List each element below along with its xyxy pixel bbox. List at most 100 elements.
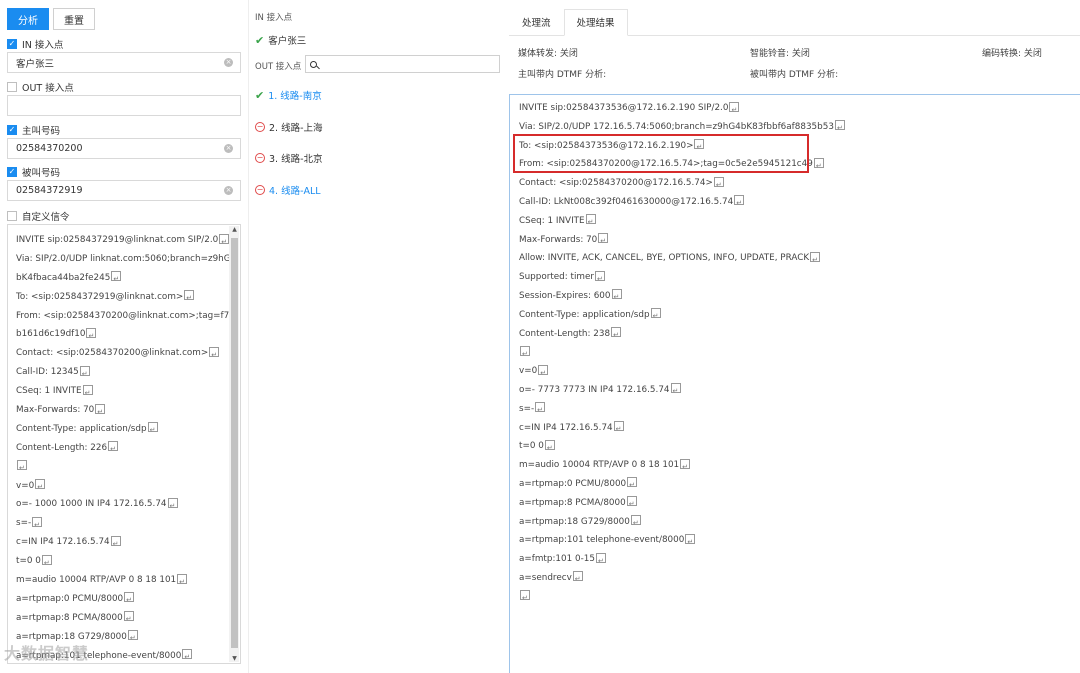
result-line-text: Allow: INVITE, ACK, CANCEL, BYE, OPTIONS… <box>519 253 810 264</box>
reset-button[interactable]: 重置 <box>53 8 95 30</box>
signaling-line-text: a=rtpmap:8 PCMA/8000 <box>16 612 123 623</box>
scroll-up-icon[interactable]: ▲ <box>231 226 238 233</box>
line-break-icon <box>82 384 93 403</box>
highlight-box <box>513 134 809 173</box>
minus-circle-icon: − <box>255 122 265 132</box>
callee-row[interactable]: ✓ 被叫号码 <box>7 165 60 179</box>
caller-field[interactable]: 02584370200 × <box>7 138 241 159</box>
signaling-line: m=audio 10004 RTP/AVP 0 8 18 101 <box>16 571 228 591</box>
minus-circle-icon: − <box>255 153 265 163</box>
result-line-text: a=rtpmap:8 PCMA/8000 <box>519 497 626 508</box>
result-line-text: a=sendrecv <box>519 572 572 583</box>
in-point-checkbox[interactable]: ✓ <box>7 39 17 49</box>
line-break-icon <box>167 497 178 516</box>
result-line: Supported: timer <box>519 268 845 288</box>
line-break-icon <box>613 420 624 439</box>
result-line: CSeq: 1 INVITE <box>519 212 845 232</box>
signaling-textarea[interactable]: INVITE sip:02584372919@linknat.com SIP/2… <box>7 224 241 664</box>
signaling-line: a=rtpmap:8 PCMA/8000 <box>16 609 228 629</box>
result-line-text: m=audio 10004 RTP/AVP 0 8 18 101 <box>519 460 680 471</box>
custom-signaling-row[interactable]: 自定义信令 <box>7 209 70 223</box>
route-label: 1. 线路-南京 <box>268 91 322 102</box>
callee-checkbox[interactable]: ✓ <box>7 167 17 177</box>
line-break-icon <box>572 570 583 589</box>
result-line-text: Max-Forwards: 70 <box>519 234 598 245</box>
result-line-text: Contact: <sip:02584370200@172.16.5.74> <box>519 178 713 189</box>
result-line-text: c=IN IP4 172.16.5.74 <box>519 422 613 433</box>
clear-icon[interactable]: × <box>224 186 233 195</box>
route-item[interactable]: ✔ 1. 线路-南京 <box>255 88 322 103</box>
in-item[interactable]: ✔ 客户张三 <box>255 33 306 48</box>
result-line-text: a=rtpmap:0 PCMU/8000 <box>519 478 627 489</box>
signaling-line: o=- 1000 1000 IN IP4 172.16.5.74 <box>16 495 228 516</box>
caller-checkbox[interactable]: ✓ <box>7 125 17 135</box>
result-line: o=- 7773 7773 IN IP4 172.16.5.74 <box>519 381 845 401</box>
result-line-text: a=rtpmap:18 G729/8000 <box>519 516 630 527</box>
caller-value: 02584370200 <box>16 143 83 154</box>
result-line-text: s=- <box>519 403 535 414</box>
line-break-icon <box>734 194 745 213</box>
signaling-line <box>16 458 228 478</box>
signaling-line: Content-Length: 226 <box>16 439 228 459</box>
line-break-icon <box>598 232 609 251</box>
signaling-line-text: Contact: <sip:02584370200@linknat.com> <box>16 348 209 359</box>
line-break-icon <box>79 365 90 384</box>
tab-process-result[interactable]: 处理结果 <box>563 9 628 36</box>
signaling-line: Contact: <sip:02584370200@linknat.com> <box>16 344 228 365</box>
result-line-text: Session-Expires: 600 <box>519 290 611 301</box>
signaling-line: Call-ID: 12345 <box>16 363 228 384</box>
out-point-checkbox[interactable] <box>7 82 17 92</box>
signaling-line-text: o=- 1000 1000 IN IP4 172.16.5.74 <box>16 499 167 510</box>
scrollbar[interactable]: ▲ ▼ <box>229 226 239 662</box>
result-line: a=rtpmap:101 telephone-event/8000 <box>519 531 845 552</box>
result-line-text: Content-Type: application/sdp <box>519 309 650 320</box>
line-break-icon <box>585 213 596 232</box>
line-break-icon <box>813 157 824 176</box>
callee-value: 02584372919 <box>16 185 83 196</box>
line-break-icon <box>177 573 188 591</box>
line-break-icon <box>147 421 158 440</box>
line-break-icon <box>544 439 555 458</box>
out-point-field[interactable] <box>7 95 241 116</box>
signaling-line-text: INVITE sip:02584372919@linknat.com SIP/2… <box>16 235 219 245</box>
result-line: Content-Type: application/sdp <box>519 306 845 326</box>
scroll-down-icon[interactable]: ▼ <box>231 655 238 662</box>
line-break-icon <box>127 629 138 648</box>
signaling-line-text: Call-ID: 12345 <box>16 367 79 378</box>
route-item[interactable]: −3. 线路-北京 <box>255 151 323 165</box>
result-line: s=- <box>519 400 845 420</box>
signaling-line: b161d6c19df10 <box>16 325 228 346</box>
line-break-icon <box>110 535 121 554</box>
signaling-line: t=0 0 <box>16 552 228 573</box>
signaling-line: a=rtpmap:0 PCMU/8000 <box>16 590 228 610</box>
clear-icon[interactable]: × <box>224 144 233 153</box>
out-point-row[interactable]: OUT 接入点 <box>7 80 74 94</box>
result-line: c=IN IP4 172.16.5.74 <box>519 419 845 439</box>
signaling-line: Content-Type: application/sdp <box>16 420 228 440</box>
out-search-input[interactable] <box>305 55 500 73</box>
route-item[interactable]: −4. 线路-ALL <box>255 183 321 197</box>
result-line: t=0 0 <box>519 437 845 458</box>
analyze-button[interactable]: 分析 <box>7 8 49 30</box>
line-break-icon <box>520 589 530 608</box>
line-break-icon <box>685 533 696 552</box>
caller-row[interactable]: ✓ 主叫号码 <box>7 123 60 137</box>
result-textarea[interactable]: INVITE sip:02584373536@172.16.2.190 SIP/… <box>509 94 1080 673</box>
minus-circle-icon: − <box>255 185 265 195</box>
result-line-text: CSeq: 1 INVITE <box>519 215 585 226</box>
line-break-icon <box>670 382 681 401</box>
line-break-icon <box>680 458 691 476</box>
custom-signaling-checkbox[interactable] <box>7 211 17 221</box>
scrollbar-thumb[interactable] <box>231 238 238 648</box>
caller-label: 主叫号码 <box>22 126 61 137</box>
callee-field[interactable]: 02584372919 × <box>7 180 241 201</box>
tab-process-flow[interactable]: 处理流 <box>509 9 564 36</box>
in-point-row[interactable]: ✓ IN 接入点 <box>7 37 63 51</box>
custom-signaling-label: 自定义信令 <box>22 212 70 223</box>
clear-icon[interactable]: × <box>224 58 233 67</box>
route-item[interactable]: −2. 线路-上海 <box>255 120 323 134</box>
check-icon: ✔ <box>255 88 265 102</box>
line-break-icon <box>810 251 821 270</box>
in-point-field[interactable]: 客户张三 × <box>7 52 241 73</box>
line-break-icon <box>595 270 606 288</box>
